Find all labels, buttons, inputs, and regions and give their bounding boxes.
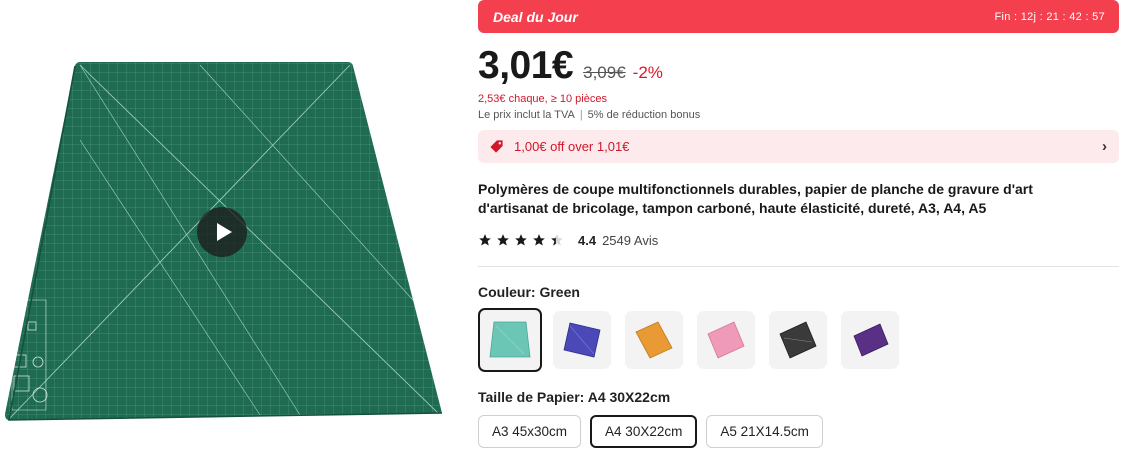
swatch-purple[interactable] [841,311,899,369]
rating-row[interactable]: 4.4 2549 Avis [478,230,1119,250]
star-icon [479,234,491,246]
coupon-banner[interactable]: 1,00€ off over 1,01€ › [478,130,1119,163]
size-options: A3 45x30cm A4 30X22cm A5 21X14.5cm [478,415,1119,448]
swatch-orange-image [635,321,673,359]
swatch-black[interactable] [769,311,827,369]
swatch-pink-image [707,321,745,359]
star-icon [533,234,545,246]
play-button[interactable] [197,207,247,257]
swatch-pink[interactable] [697,311,755,369]
swatch-blue[interactable] [553,311,611,369]
current-price: 3,01€ [478,44,574,87]
rating-value: 4.4 [578,232,597,248]
star-rating [478,233,568,247]
divider [478,266,1119,267]
size-label: Taille de Papier: A4 30X22cm [478,389,671,405]
vat-text: Le prix inclut la TVA [478,109,575,121]
review-count[interactable]: 2549 Avis [602,233,658,248]
swatch-blue-image [563,322,601,358]
swatch-orange[interactable] [625,311,683,369]
product-info-panel: Deal du Jour Fin : 12j : 21 : 42 : 57 3,… [478,0,1119,448]
size-option-a4[interactable]: A4 30X22cm [590,415,698,448]
separator: | [579,109,583,121]
swatch-green-image [489,321,531,358]
chevron-right-icon: › [1102,138,1107,155]
play-icon [216,223,232,241]
swatch-black-image [779,321,817,359]
partial-star-icon [551,234,563,246]
size-option-a5[interactable]: A5 21X14.5cm [706,415,823,448]
swatch-purple-image [853,323,889,357]
bulk-price-note: 2,53€ chaque, ≥ 10 pièces [478,93,607,105]
deal-banner: Deal du Jour Fin : 12j : 21 : 42 : 57 [478,0,1119,33]
bonus-text: 5% de réduction bonus [587,109,701,121]
star-icon [515,234,527,246]
size-option-a3[interactable]: A3 45x30cm [478,415,582,448]
swatch-green[interactable] [478,308,542,372]
deal-title: Deal du Jour [493,8,578,25]
deal-countdown: Fin : 12j : 21 : 42 : 57 [994,10,1105,23]
vat-note: Le prix inclut la TVA | 5% de réduction bo… [478,109,1119,121]
discount-percent: -2% [632,63,663,82]
product-media[interactable] [0,0,455,466]
color-label: Couleur: Green [478,284,580,300]
tag-icon [490,140,503,153]
star-icon [497,234,509,246]
original-price: 3,09€ [583,63,626,82]
product-title: Polymères de coupe multifonctionnels dur… [478,181,1033,216]
coupon-text: 1,00€ off over 1,01€ [514,139,630,154]
price-row: 3,01€ 3,09€ -2% [478,44,1119,88]
color-swatches [478,308,1119,372]
